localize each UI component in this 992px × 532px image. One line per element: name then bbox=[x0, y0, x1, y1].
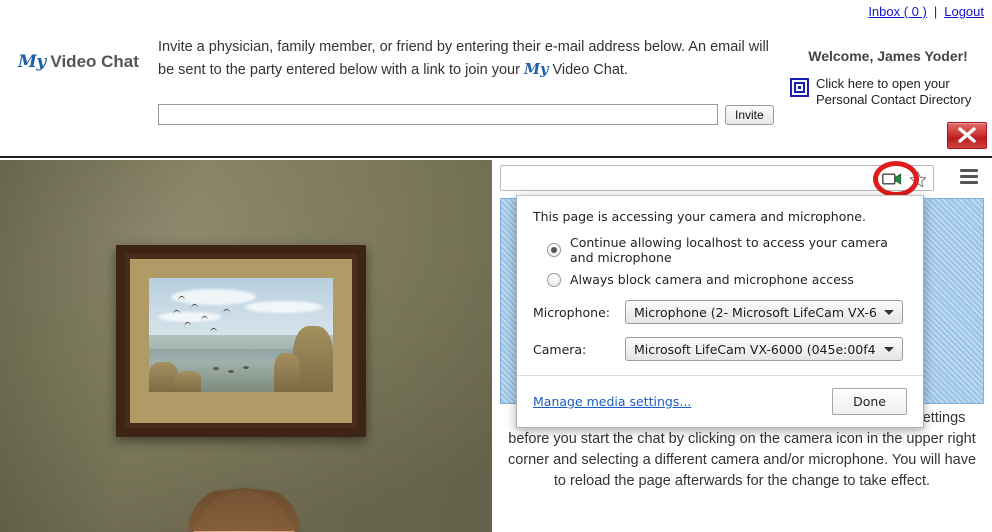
hamburger-menu-icon bbox=[960, 181, 978, 184]
invite-instructions: Invite a physician, family member, or fr… bbox=[158, 37, 778, 82]
picture-mat bbox=[130, 259, 352, 423]
painting-bird bbox=[200, 315, 208, 322]
remote-video-panel: This page is accessing your camera and m… bbox=[492, 160, 992, 532]
microphone-select[interactable]: Microphone (2- Microsoft LifeCam VX-6000… bbox=[625, 300, 903, 324]
welcome-greeting: Welcome, James Yoder! bbox=[808, 48, 968, 64]
permission-option-allow-label: Continue allowing localhost to access yo… bbox=[570, 235, 888, 265]
star-icon bbox=[909, 170, 927, 187]
camera-select-value: Microsoft LifeCam VX-6000 (045e:00f4) bbox=[634, 341, 876, 357]
bubble-body: This page is accessing your camera and m… bbox=[517, 196, 923, 361]
permission-option-allow[interactable]: Continue allowing localhost to access yo… bbox=[547, 235, 907, 265]
wall-picture-frame bbox=[116, 245, 366, 437]
browser-menu-button[interactable] bbox=[960, 169, 978, 184]
close-x-icon bbox=[958, 127, 976, 143]
inbox-link[interactable]: Inbox ( 0 ) bbox=[868, 4, 927, 19]
bookmark-button[interactable] bbox=[907, 169, 929, 189]
invite-my-text: My bbox=[523, 60, 549, 78]
manage-media-settings-link[interactable]: Manage media settings... bbox=[533, 394, 691, 409]
address-bar[interactable] bbox=[500, 161, 934, 197]
logo-my-text: My bbox=[18, 52, 46, 72]
camera-permission-bubble: This page is accessing your camera and m… bbox=[516, 195, 924, 428]
invite-text-part1: Invite a physician, family member, or fr… bbox=[158, 39, 769, 78]
local-video-preview bbox=[0, 160, 492, 532]
chevron-down-icon bbox=[884, 309, 894, 315]
painting-reeds bbox=[274, 353, 300, 392]
painting-reeds bbox=[174, 371, 201, 392]
camera-select[interactable]: Microsoft LifeCam VX-6000 (045e:00f4) bbox=[625, 337, 903, 361]
directory-line-2: Personal Contact Directory bbox=[816, 92, 972, 108]
chevron-down-icon bbox=[884, 346, 894, 352]
painting-bird bbox=[172, 309, 181, 316]
invite-email-input[interactable] bbox=[158, 104, 718, 125]
hamburger-menu-icon bbox=[960, 169, 978, 172]
concentric-squares-icon bbox=[790, 78, 809, 97]
microphone-label: Microphone: bbox=[533, 304, 610, 320]
welcome-panel: Welcome, James Yoder! Click here to open… bbox=[790, 48, 986, 109]
microphone-field: Microphone: Microphone (2- Microsoft Lif… bbox=[533, 300, 907, 324]
done-button[interactable]: Done bbox=[832, 388, 907, 415]
radio-block-icon[interactable] bbox=[547, 272, 561, 287]
bubble-footer: Manage media settings... Done bbox=[517, 375, 923, 427]
painting-bird bbox=[222, 308, 230, 315]
page-header: My Video Chat Invite a physician, family… bbox=[0, 26, 992, 149]
camera-field: Camera: Microsoft LifeCam VX-6000 (045e:… bbox=[533, 337, 907, 361]
account-links: Inbox ( 0 ) | Logout bbox=[868, 4, 984, 19]
link-separator: | bbox=[933, 4, 938, 19]
camera-permission-button[interactable] bbox=[873, 161, 919, 197]
painting-duck bbox=[242, 365, 249, 369]
permission-option-block-label: Always block camera and microphone acces… bbox=[570, 272, 854, 287]
microphone-select-value: Microphone (2- Microsoft LifeCam VX-6000… bbox=[634, 304, 876, 320]
invite-form: Invite bbox=[158, 104, 774, 125]
logo-rest-text: Video Chat bbox=[45, 52, 139, 71]
invite-button[interactable]: Invite bbox=[725, 104, 774, 125]
logout-link[interactable]: Logout bbox=[944, 4, 984, 19]
browser-toolbar bbox=[492, 160, 992, 197]
directory-label: Click here to open your Personal Contact… bbox=[816, 76, 971, 109]
close-button[interactable] bbox=[947, 122, 987, 149]
hamburger-menu-icon bbox=[960, 175, 978, 178]
camera-icon bbox=[882, 173, 902, 185]
radio-allow-icon[interactable] bbox=[547, 243, 561, 257]
permission-option-block[interactable]: Always block camera and microphone acces… bbox=[547, 272, 907, 287]
bubble-title: This page is accessing your camera and m… bbox=[533, 209, 866, 224]
waterfowl-painting bbox=[149, 278, 333, 392]
personal-contact-directory-link[interactable]: Click here to open your Personal Contact… bbox=[790, 76, 986, 109]
site-logo: My Video Chat bbox=[18, 52, 139, 72]
directory-line-1: Click here to open your bbox=[816, 76, 950, 91]
omnibox-icons bbox=[873, 161, 929, 197]
header-divider bbox=[0, 156, 992, 158]
invite-text-part2: Video Chat. bbox=[548, 61, 628, 78]
camera-label: Camera: bbox=[533, 341, 587, 357]
